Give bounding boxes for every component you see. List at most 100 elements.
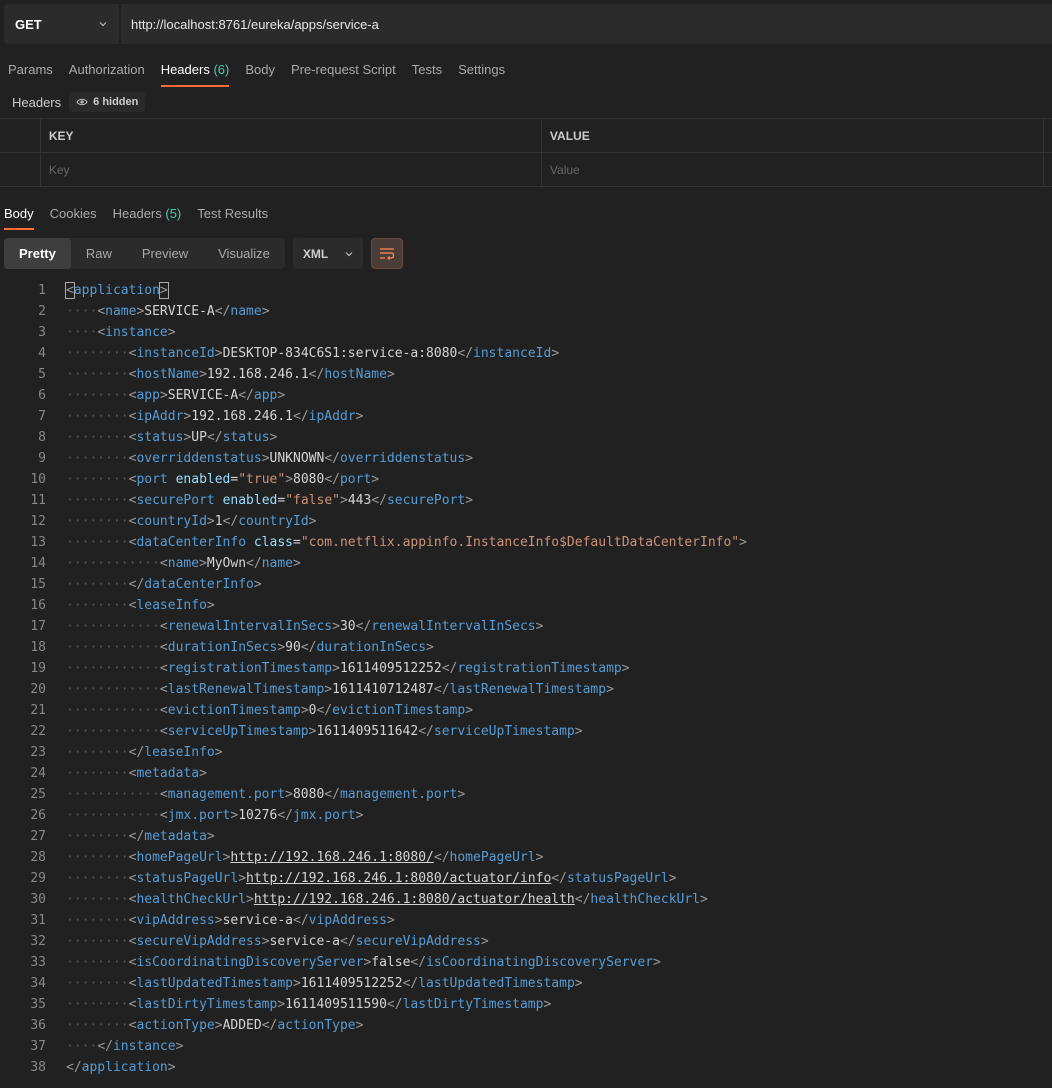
code-text: ········<instanceId>DESKTOP-834C6S1:serv… <box>66 343 559 364</box>
code-token: SERVICE-A <box>167 388 239 403</box>
code-token: > <box>332 661 340 676</box>
code-text: ········<homePageUrl>http://192.168.246.… <box>66 847 543 868</box>
indent-guide: ···· <box>66 1039 98 1054</box>
code-line: 38 </application> <box>0 1057 1052 1078</box>
code-token: homePageUrl <box>136 850 223 865</box>
response-body-code[interactable]: 1 <application> 2 ····<name>SERVICE-A</name… <box>0 280 1052 1078</box>
code-token: lastUpdatedTimestamp <box>136 976 293 991</box>
tab-label: Authorization <box>68 62 145 77</box>
code-token: overriddenstatus <box>339 451 466 466</box>
code-token: </ <box>128 577 145 592</box>
code-token: </ <box>300 640 317 655</box>
code-token: > <box>159 388 168 403</box>
code-token: </ <box>222 514 239 529</box>
hidden-count-label: 6 hidden <box>93 96 139 108</box>
indent-guide: ········ <box>66 535 129 550</box>
code-token[interactable]: http://192.168.246.1:8080/ <box>230 850 434 865</box>
indent-guide: ········ <box>66 430 129 445</box>
code-token: </ <box>316 703 333 718</box>
tab-tests[interactable]: Tests <box>404 52 450 88</box>
code-token: isCoordinatingDiscoveryServer <box>426 955 654 970</box>
method-select[interactable]: GET <box>4 4 119 44</box>
code-token: = <box>293 535 301 550</box>
view-visualize-button[interactable]: Visualize <box>203 238 285 269</box>
code-text: ········<status>UP</status> <box>66 427 277 448</box>
code-token: healthCheckUrl <box>590 892 700 907</box>
code-token: </ <box>128 829 145 844</box>
code-token: > <box>206 514 215 529</box>
code-line: 24 ········<metadata> <box>0 763 1052 784</box>
tab-label: Pre-request Script <box>290 62 396 77</box>
code-token: </ <box>128 745 145 760</box>
checkbox-column-header <box>0 119 41 152</box>
tab-response-headers[interactable]: Headers (5) <box>109 198 186 230</box>
method-label: GET <box>15 16 42 32</box>
code-line: 36 ········<actionType>ADDED</actionType> <box>0 1015 1052 1036</box>
chevron-down-icon <box>99 22 107 27</box>
code-text: ············<evictionTimestamp>0</evicti… <box>66 700 473 721</box>
code-token: lastUpdatedTimestamp <box>418 976 575 991</box>
code-token: instance <box>112 1039 176 1054</box>
view-preview-button[interactable]: Preview <box>127 238 203 269</box>
code-text: </application> <box>66 1057 176 1078</box>
indent-guide: ········ <box>66 493 129 508</box>
indent-guide: ············ <box>66 724 160 739</box>
code-token: > <box>700 892 708 907</box>
indent-guide: ········ <box>66 514 129 529</box>
indent-guide: ········ <box>66 745 129 760</box>
url-input[interactable]: http://localhost:8761/eureka/apps/servic… <box>121 4 1052 44</box>
tab-test-results[interactable]: Test Results <box>193 198 272 230</box>
value-input[interactable]: Value <box>542 153 1044 186</box>
tab-body[interactable]: Body <box>237 52 283 88</box>
wrap-lines-button[interactable] <box>370 238 403 269</box>
code-token: ipAddr <box>308 409 356 424</box>
code-text: ········<app>SERVICE-A</app> <box>66 385 285 406</box>
code-token: service-a <box>222 913 294 928</box>
view-pretty-button[interactable]: Pretty <box>4 238 71 269</box>
code-token: </ <box>339 934 356 949</box>
code-line: 12 ········<countryId>1</countryId> <box>0 511 1052 532</box>
tab-authorization[interactable]: Authorization <box>61 52 153 88</box>
code-token: UNKNOWN <box>269 451 325 466</box>
line-number: 33 <box>30 955 46 970</box>
key-input[interactable]: Key <box>41 153 542 186</box>
tab-pre-request-script[interactable]: Pre-request Script <box>283 52 404 88</box>
code-token: </ <box>261 1018 278 1033</box>
indent-guide: ········ <box>66 913 129 928</box>
tab-headers[interactable]: Headers (6) <box>153 52 238 88</box>
code-text: ········<ipAddr>192.168.246.1</ipAddr> <box>66 406 363 427</box>
tab-response-body[interactable]: Body <box>0 198 38 230</box>
line-number: 17 <box>30 619 46 634</box>
code-token: > <box>167 1060 176 1075</box>
code-token: > <box>371 472 380 487</box>
tab-response-cookies[interactable]: Cookies <box>46 198 101 230</box>
tab-params[interactable]: Params <box>0 52 61 88</box>
code-token: dataCenterInfo <box>136 535 247 550</box>
code-token: </ <box>97 1039 113 1054</box>
code-token: < <box>159 661 168 676</box>
code-line: 30 ········<healthCheckUrl>http://192.168… <box>0 889 1052 910</box>
code-token: jmx.port <box>167 808 231 823</box>
code-token: > <box>355 1018 364 1033</box>
code-token: < <box>97 304 106 319</box>
code-line: 34 ········<lastUpdatedTimestamp>16114095… <box>0 973 1052 994</box>
line-number: 25 <box>30 787 46 802</box>
hidden-headers-toggle[interactable]: 6 hidden <box>69 92 146 112</box>
format-select[interactable]: XML <box>292 238 363 269</box>
code-token: > <box>308 514 317 529</box>
view-raw-button[interactable]: Raw <box>71 238 127 269</box>
code-token: > <box>543 997 552 1012</box>
code-token: 1 <box>214 514 223 529</box>
code-token[interactable]: http://192.168.246.1:8080/actuator/info <box>246 871 551 886</box>
code-token: durationInSecs <box>167 640 278 655</box>
code-token: </ <box>277 808 293 823</box>
code-token: > <box>668 871 677 886</box>
code-token: securePort <box>386 493 466 508</box>
code-token: > <box>324 682 333 697</box>
code-token[interactable]: http://192.168.246.1:8080/actuator/healt… <box>254 892 575 907</box>
tab-settings[interactable]: Settings <box>450 52 513 88</box>
code-token: enabled <box>222 493 278 508</box>
code-token: app <box>136 388 160 403</box>
code-line: 13 ········<dataCenterInfo class="com.net… <box>0 532 1052 553</box>
